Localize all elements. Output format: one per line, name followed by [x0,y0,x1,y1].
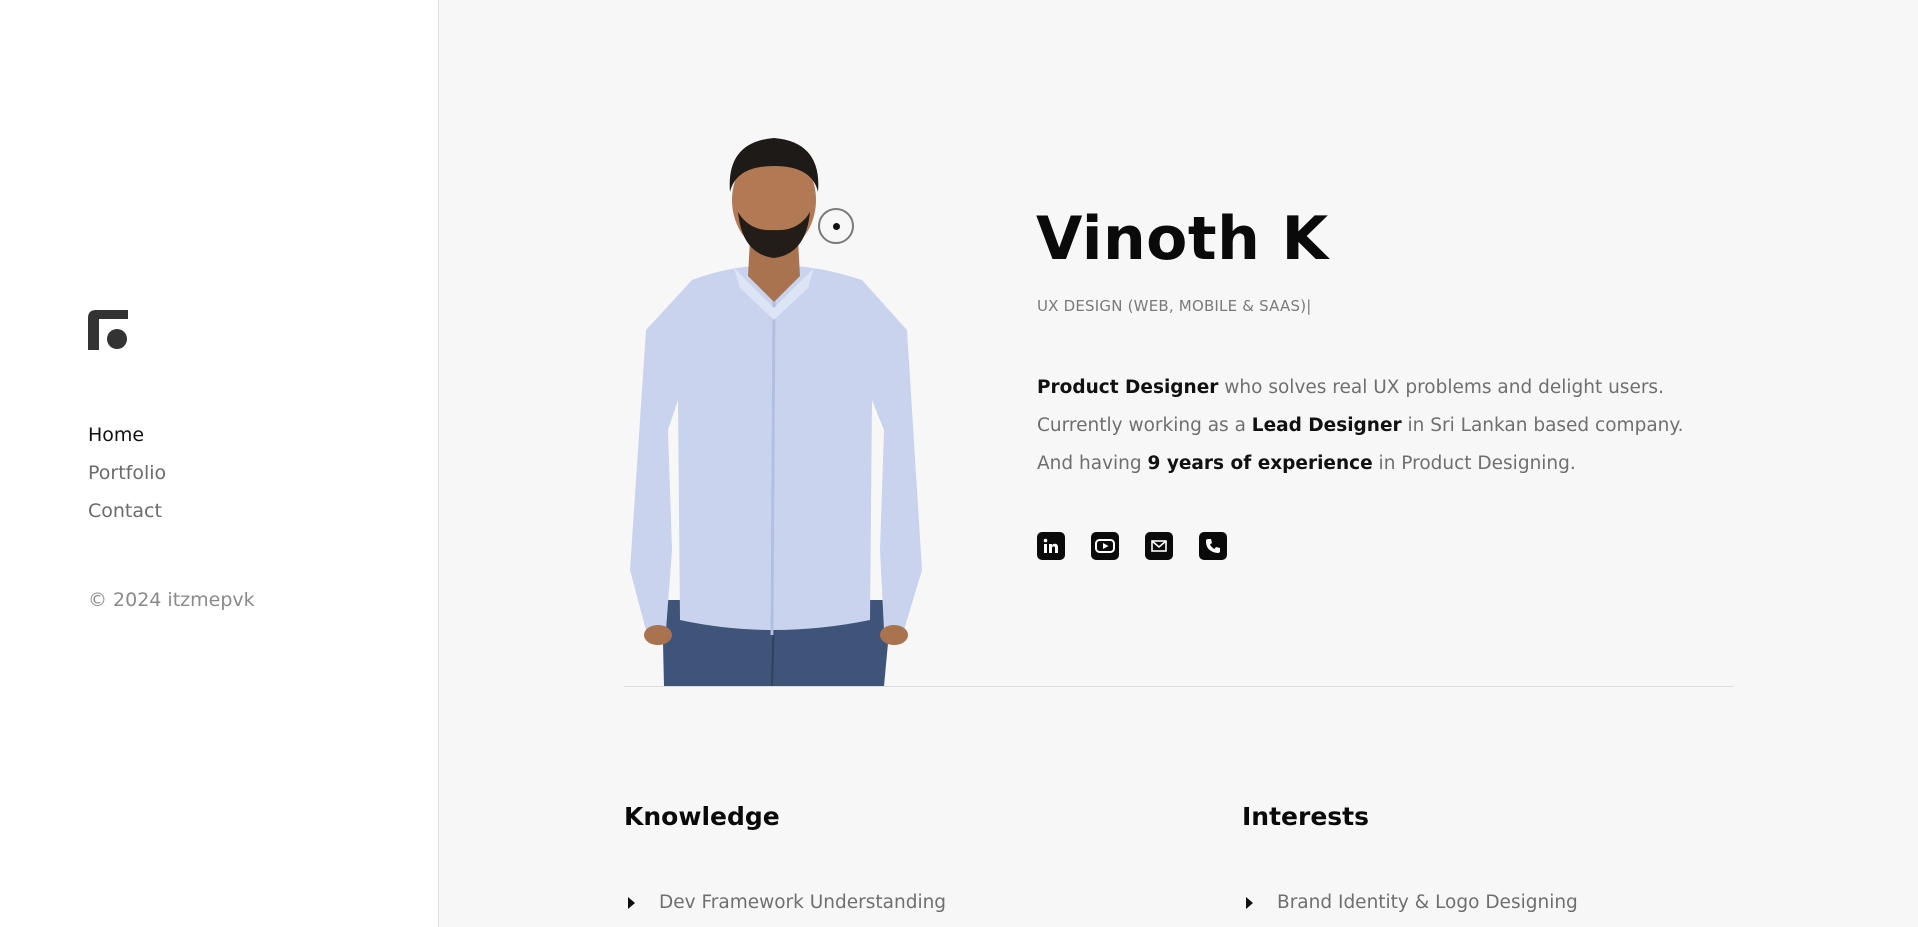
caret-right-icon [1246,897,1253,909]
list-item-label: Dev Framework Understanding [659,892,947,913]
caret-right-icon [628,897,635,909]
main-nav: Home Portfolio Contact [88,416,166,530]
linkedin-icon[interactable] [1037,532,1065,560]
list-item: Dev Framework Understanding [624,888,946,918]
bio-line: Currently working as a Lead Designer in … [1037,407,1797,445]
bio-highlight: Lead Designer [1251,415,1402,436]
bio-text: Currently working as a [1037,415,1252,436]
bio-text: in Sri Lankan based company. [1401,415,1684,436]
bio-text: who solves real UX problems and delight … [1218,377,1664,398]
cursor-dot [833,223,840,230]
email-icon[interactable] [1145,532,1173,560]
profile-name: Vinoth K [1036,204,1329,274]
bio-text: And having [1037,453,1148,474]
social-links [1037,532,1227,560]
profile-photo [622,130,932,687]
bio-highlight: Product Designer [1037,377,1219,398]
bio-line: Product Designer who solves real UX prob… [1037,369,1797,407]
nav-item-home[interactable]: Home [88,416,166,454]
bio-highlight: 9 years of experience [1147,453,1373,474]
nav-item-portfolio[interactable]: Portfolio [88,454,166,492]
list-item-label: Brand Identity & Logo Designing [1277,892,1578,913]
copyright-text: © 2024 itzmepvk [88,589,255,611]
phone-icon[interactable] [1199,532,1227,560]
knowledge-title: Knowledge [624,802,780,831]
knowledge-list: Dev Framework Understanding [624,888,946,918]
list-item: Brand Identity & Logo Designing [1242,888,1578,918]
profile-bio: Product Designer who solves real UX prob… [1037,369,1797,483]
bio-line: And having 9 years of experience in Prod… [1037,445,1797,483]
youtube-icon[interactable] [1091,532,1119,560]
section-divider [624,686,1734,687]
brand-logo-icon[interactable] [88,310,128,350]
interests-list: Brand Identity & Logo Designing [1242,888,1578,918]
nav-item-contact[interactable]: Contact [88,492,166,530]
interests-title: Interests [1242,802,1370,831]
sidebar: Home Portfolio Contact © 2024 itzmepvk [0,0,439,927]
profile-role: UX DESIGN (WEB, MOBILE & SAAS)| [1037,297,1312,315]
bio-text: in Product Designing. [1372,453,1576,474]
